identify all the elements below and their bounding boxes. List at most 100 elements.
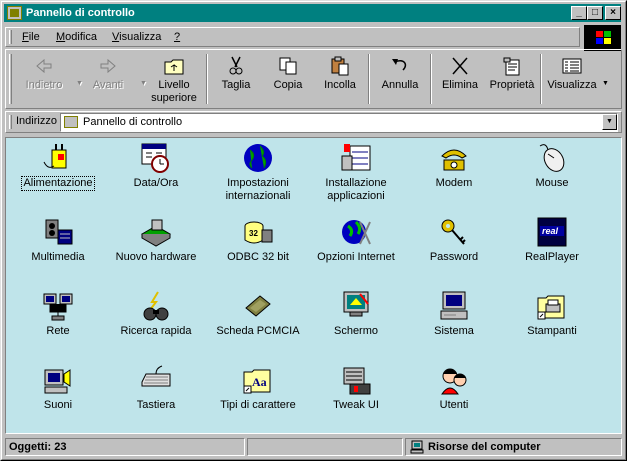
item-passwords[interactable]: Password	[406, 216, 502, 264]
icon-view[interactable]: Alimentazione Data/Ora Impostazioni inter…	[5, 137, 622, 434]
paste-icon	[331, 56, 349, 76]
svg-text:Aa: Aa	[252, 375, 267, 389]
address-field[interactable]: Pannello di controllo ▼	[60, 113, 618, 132]
delete-x-icon	[452, 57, 468, 75]
odbc-database-icon: 32	[244, 221, 273, 244]
internet-globe-tools-icon	[342, 220, 371, 245]
close-button[interactable]: ×	[605, 6, 621, 20]
users-icon	[441, 368, 467, 395]
status-object-count: Oggetti: 23	[5, 438, 245, 456]
minimize-button[interactable]: _	[571, 6, 587, 20]
address-label: Indirizzo	[16, 115, 57, 127]
cut-button[interactable]: Taglia	[212, 54, 260, 106]
item-network[interactable]: Rete	[10, 290, 106, 338]
item-sounds[interactable]: Suoni	[10, 364, 106, 412]
undo-icon	[392, 59, 407, 71]
item-find-fast[interactable]: Ricerca rapida	[108, 290, 204, 338]
control-panel-window: Pannello di controllo _ □ × File Modific…	[0, 0, 627, 461]
views-button[interactable]: Visualizza ▼	[544, 54, 609, 106]
binoculars-lightning-icon	[143, 291, 169, 321]
item-modem[interactable]: Modem	[406, 142, 502, 190]
my-computer-icon	[410, 440, 424, 454]
item-mouse[interactable]: Mouse	[504, 142, 600, 190]
mouse-icon	[539, 144, 565, 172]
back-button[interactable]: Indietro ▼	[18, 54, 83, 106]
telephone-icon	[441, 149, 467, 171]
toolbar-separator	[206, 54, 208, 104]
address-dropdown-icon[interactable]: ▼	[602, 114, 617, 130]
network-computers-icon	[43, 293, 73, 321]
copy-button[interactable]: Copia	[264, 54, 312, 106]
properties-icon	[503, 57, 520, 76]
views-dropdown-icon[interactable]: ▼	[602, 80, 609, 87]
item-system[interactable]: Sistema	[406, 290, 502, 338]
views-grid-icon	[562, 58, 582, 74]
fonts-folder-icon: Aa	[243, 369, 271, 394]
standard-toolbar: Indietro ▼ Avanti ▼ Livello superiore Tag…	[5, 49, 622, 109]
item-date-time[interactable]: Data/Ora	[108, 142, 204, 190]
multimedia-icon	[45, 219, 73, 245]
svg-text:32: 32	[249, 229, 258, 238]
toolbar-grip[interactable]	[9, 54, 12, 104]
forward-arrow-icon	[100, 58, 116, 74]
windows-logo-icon	[584, 25, 621, 51]
delete-button[interactable]: Elimina	[436, 54, 484, 106]
item-internet-options[interactable]: Opzioni Internet	[308, 216, 404, 264]
forward-button[interactable]: Avanti ▼	[82, 54, 147, 106]
properties-button[interactable]: Proprietà	[486, 54, 538, 106]
status-bar: Oggetti: 23 Risorse del computer	[5, 437, 622, 457]
display-monitor-icon	[343, 291, 369, 317]
item-power-management[interactable]: Alimentazione	[10, 142, 106, 191]
menu-view[interactable]: Visualizza	[112, 31, 161, 43]
tweak-ui-icon	[343, 367, 371, 395]
power-plug-icon	[43, 144, 67, 169]
paste-button[interactable]: Incolla	[316, 54, 364, 106]
printers-folder-icon	[537, 295, 565, 320]
address-bar: Indirizzo Pannello di controllo ▼	[5, 111, 622, 133]
menu-help[interactable]: ?	[174, 31, 180, 43]
globe-icon	[244, 144, 272, 172]
svg-text:real: real	[542, 226, 559, 236]
sounds-speaker-icon	[44, 369, 71, 394]
keyboard-icon	[141, 365, 171, 387]
menu-file[interactable]: File	[22, 31, 40, 43]
item-add-new-hardware[interactable]: Nuovo hardware	[108, 216, 204, 264]
title-bar[interactable]: Pannello di controllo _ □ ×	[4, 4, 621, 22]
realplayer-logo-icon: real	[537, 217, 567, 247]
window-title: Pannello di controllo	[26, 7, 135, 19]
status-location-pane: Risorse del computer	[405, 438, 622, 456]
item-users[interactable]: Utenti	[406, 364, 502, 412]
copy-icon	[279, 57, 297, 75]
item-realplayer[interactable]: real RealPlayer	[504, 216, 600, 264]
menu-bar-grip[interactable]	[9, 30, 12, 44]
status-middle-pane	[247, 438, 403, 456]
item-pcmcia[interactable]: Scheda PCMCIA	[210, 290, 306, 338]
toolbar-separator	[430, 54, 432, 104]
address-value[interactable]: Pannello di controllo	[83, 116, 182, 128]
system-computer-icon	[440, 291, 468, 320]
address-bar-grip[interactable]	[9, 115, 12, 129]
item-display[interactable]: Schermo	[308, 290, 404, 338]
folder-up-icon	[164, 59, 184, 75]
item-keyboard[interactable]: Tastiera	[108, 364, 204, 412]
menu-edit[interactable]: Modifica	[56, 31, 97, 43]
maximize-button[interactable]: □	[587, 6, 603, 20]
install-programs-icon	[341, 144, 371, 171]
up-level-button[interactable]: Livello superiore	[146, 54, 202, 106]
status-location: Risorse del computer	[428, 441, 541, 453]
item-printers[interactable]: Stampanti	[504, 290, 600, 338]
item-regional-settings[interactable]: Impostazioni internazionali	[210, 142, 306, 203]
control-panel-small-icon	[64, 116, 78, 128]
item-add-remove-programs[interactable]: Installazione applicazioni	[308, 142, 404, 203]
item-multimedia[interactable]: Multimedia	[10, 216, 106, 264]
toolbar-separator	[540, 54, 542, 104]
pcmcia-card-icon	[245, 295, 271, 317]
item-fonts[interactable]: Aa Tipi di carattere	[210, 364, 306, 412]
back-arrow-icon	[36, 58, 52, 74]
undo-button[interactable]: Annulla	[374, 54, 426, 106]
calendar-clock-icon	[141, 143, 169, 173]
control-panel-folder-icon[interactable]	[7, 6, 22, 20]
item-odbc-32[interactable]: 32 ODBC 32 bit	[210, 216, 306, 264]
item-tweak-ui[interactable]: Tweak UI	[308, 364, 404, 412]
scissors-icon	[229, 56, 243, 75]
